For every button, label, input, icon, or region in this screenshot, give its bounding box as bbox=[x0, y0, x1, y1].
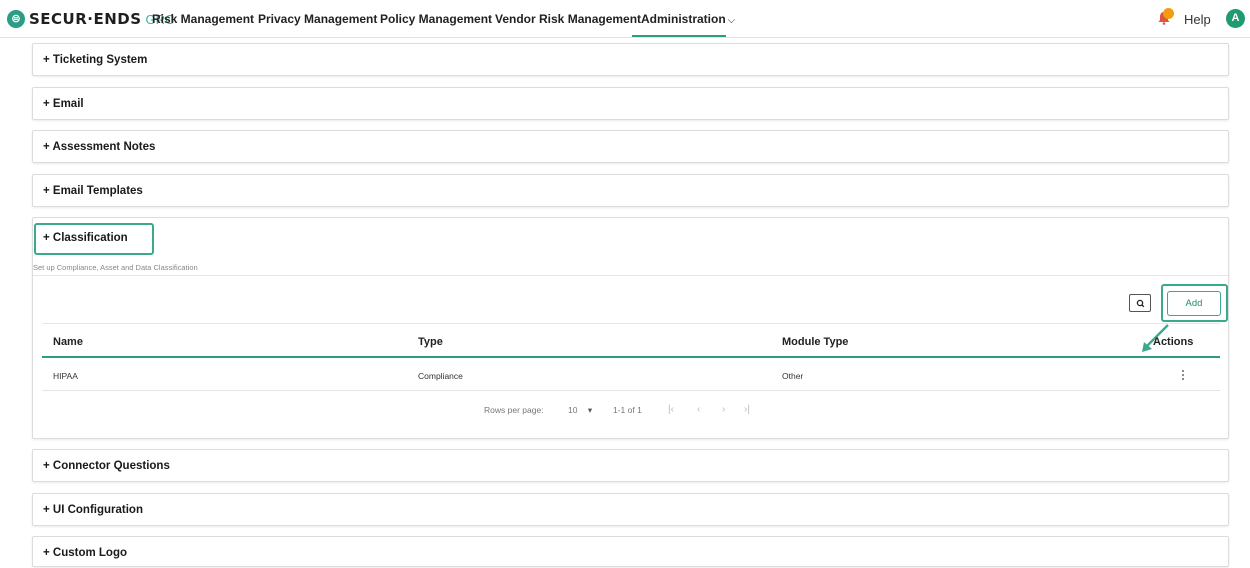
panel-title: + Custom Logo bbox=[43, 547, 128, 559]
column-header-name[interactable]: Name bbox=[53, 336, 83, 348]
nav-privacy-management[interactable]: Privacy Management bbox=[258, 12, 377, 26]
divider bbox=[42, 323, 1220, 324]
table-header-underline bbox=[42, 356, 1220, 358]
classification-subtitle: Set up Compliance, Asset and Data Classi… bbox=[33, 263, 198, 272]
panel-assessment-notes[interactable]: + Assessment Notes bbox=[32, 130, 1229, 163]
help-link[interactable]: Help bbox=[1184, 12, 1211, 27]
divider bbox=[33, 275, 1228, 276]
previous-page-icon[interactable]: ‹ bbox=[697, 404, 700, 415]
next-page-icon[interactable]: › bbox=[722, 404, 725, 415]
securends-logo[interactable]: ⊜ SECUR·ENDS GRC bbox=[7, 9, 174, 29]
last-page-icon[interactable]: ›| bbox=[744, 404, 750, 415]
notification-badge bbox=[1163, 8, 1174, 19]
more-actions-icon[interactable] bbox=[1181, 369, 1185, 381]
caret-down-icon: ▾ bbox=[587, 405, 593, 415]
add-button[interactable]: Add bbox=[1167, 291, 1221, 316]
column-header-module-type[interactable]: Module Type bbox=[782, 336, 848, 348]
panel-email[interactable]: + Email bbox=[32, 87, 1229, 120]
panel-connector-questions[interactable]: + Connector Questions bbox=[32, 449, 1229, 482]
logo-icon: ⊜ bbox=[7, 10, 25, 28]
row-divider bbox=[42, 390, 1220, 391]
search-button[interactable] bbox=[1129, 294, 1151, 312]
panel-title: + Email bbox=[43, 98, 84, 110]
classification-title[interactable]: + Classification bbox=[43, 232, 128, 244]
cell-name: HIPAA bbox=[53, 371, 78, 381]
cell-type: Compliance bbox=[418, 371, 463, 381]
column-header-actions: Actions bbox=[1153, 336, 1194, 348]
panel-title: + UI Configuration bbox=[43, 504, 143, 516]
column-header-type[interactable]: Type bbox=[418, 336, 443, 348]
rows-per-page-select[interactable]: 10 ▾ bbox=[568, 405, 592, 416]
rows-per-page-value: 10 bbox=[568, 405, 578, 415]
nav-administration[interactable]: Administration ⌵ bbox=[641, 12, 735, 26]
panel-ticketing-system[interactable]: + Ticketing System bbox=[32, 43, 1229, 76]
nav-vendor-risk-management[interactable]: Vendor Risk Management bbox=[495, 12, 641, 26]
chevron-down-icon: ⌵ bbox=[727, 15, 736, 26]
top-navigation: ⊜ SECUR·ENDS GRC Risk Management Privacy… bbox=[0, 0, 1250, 38]
panel-title: + Assessment Notes bbox=[43, 141, 156, 153]
panel-title: + Connector Questions bbox=[43, 460, 170, 472]
first-page-icon[interactable]: |‹ bbox=[668, 404, 674, 415]
active-tab-indicator bbox=[632, 35, 726, 37]
nav-administration-label: Administration bbox=[641, 12, 726, 26]
search-icon bbox=[1136, 299, 1145, 308]
nav-policy-management[interactable]: Policy Management bbox=[380, 12, 492, 26]
logo-text: SECUR·ENDS bbox=[29, 10, 142, 28]
rows-per-page-label: Rows per page: bbox=[484, 405, 544, 415]
cell-module-type: Other bbox=[782, 371, 804, 381]
panel-email-templates[interactable]: + Email Templates bbox=[32, 174, 1229, 207]
panel-classification: + Classification Set up Compliance, Asse… bbox=[32, 217, 1229, 439]
nav-risk-management[interactable]: Risk Management bbox=[152, 12, 254, 26]
panel-title: + Email Templates bbox=[43, 185, 143, 197]
panel-custom-logo[interactable]: + Custom Logo bbox=[32, 536, 1229, 567]
panel-title: + Ticketing System bbox=[43, 54, 148, 66]
panel-ui-configuration[interactable]: + UI Configuration bbox=[32, 493, 1229, 526]
pagination-range: 1-1 of 1 bbox=[613, 405, 642, 415]
user-avatar[interactable]: A bbox=[1226, 9, 1245, 28]
